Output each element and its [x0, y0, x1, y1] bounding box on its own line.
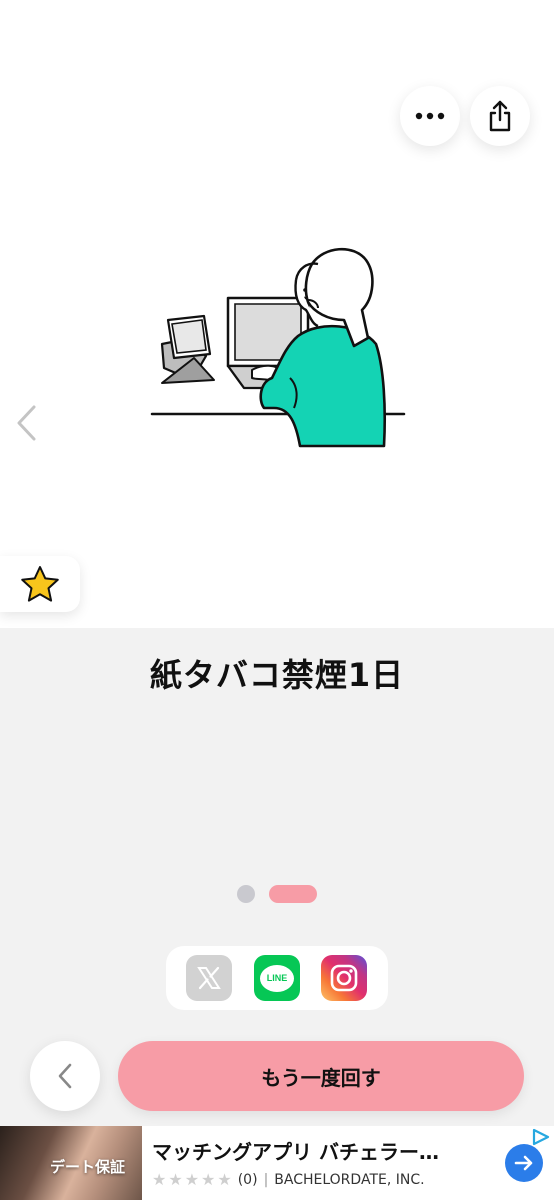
ad-separator: | [263, 1171, 269, 1188]
previous-card-button[interactable] [8, 400, 44, 446]
spin-again-button[interactable]: もう一度回す [118, 1041, 524, 1111]
ad-meta: ★★★★★ (0) | BACHELORDATE, INC. [152, 1170, 425, 1189]
ad-open-button[interactable] [505, 1144, 543, 1182]
ad-title[interactable]: マッチングアプリ バチェラー… [152, 1136, 439, 1165]
pager-dot-active[interactable] [269, 885, 317, 903]
share-icon [489, 100, 511, 132]
woman-at-laptop-illustration [150, 247, 406, 448]
pager-dot[interactable] [237, 885, 255, 903]
rating-stars-icon: ★★★★★ [152, 1170, 234, 1189]
ad-banner[interactable]: デート保証 マッチングアプリ バチェラー… ★★★★★ (0) | BACHEL… [0, 1126, 554, 1200]
x-logo-icon [197, 966, 221, 990]
share-x-button[interactable] [186, 955, 232, 1001]
more-button[interactable] [400, 86, 460, 146]
share-line-button[interactable]: LINE [254, 955, 300, 1001]
favorite-button[interactable] [0, 556, 80, 612]
ad-rating-count: (0) [237, 1171, 258, 1188]
star-icon [21, 566, 59, 602]
chevron-left-icon [58, 1063, 72, 1089]
share-button[interactable] [470, 86, 530, 146]
ad-image[interactable]: デート保証 [0, 1126, 142, 1200]
card-title: 紙タバコ禁煙1日 [149, 656, 405, 694]
ad-image-text: デート保証 [50, 1158, 126, 1176]
ad-publisher: BACHELORDATE, INC. [274, 1171, 425, 1188]
share-panel: LINE [166, 946, 388, 1010]
ad-choices-icon[interactable] [530, 1128, 552, 1146]
share-instagram-button[interactable] [321, 955, 367, 1001]
arrow-right-icon [514, 1155, 533, 1171]
line-logo-icon: LINE [260, 964, 294, 992]
chevron-left-icon [16, 404, 37, 442]
back-button[interactable] [30, 1041, 100, 1111]
ellipsis-icon [415, 112, 445, 120]
instagram-logo-icon [330, 964, 358, 992]
